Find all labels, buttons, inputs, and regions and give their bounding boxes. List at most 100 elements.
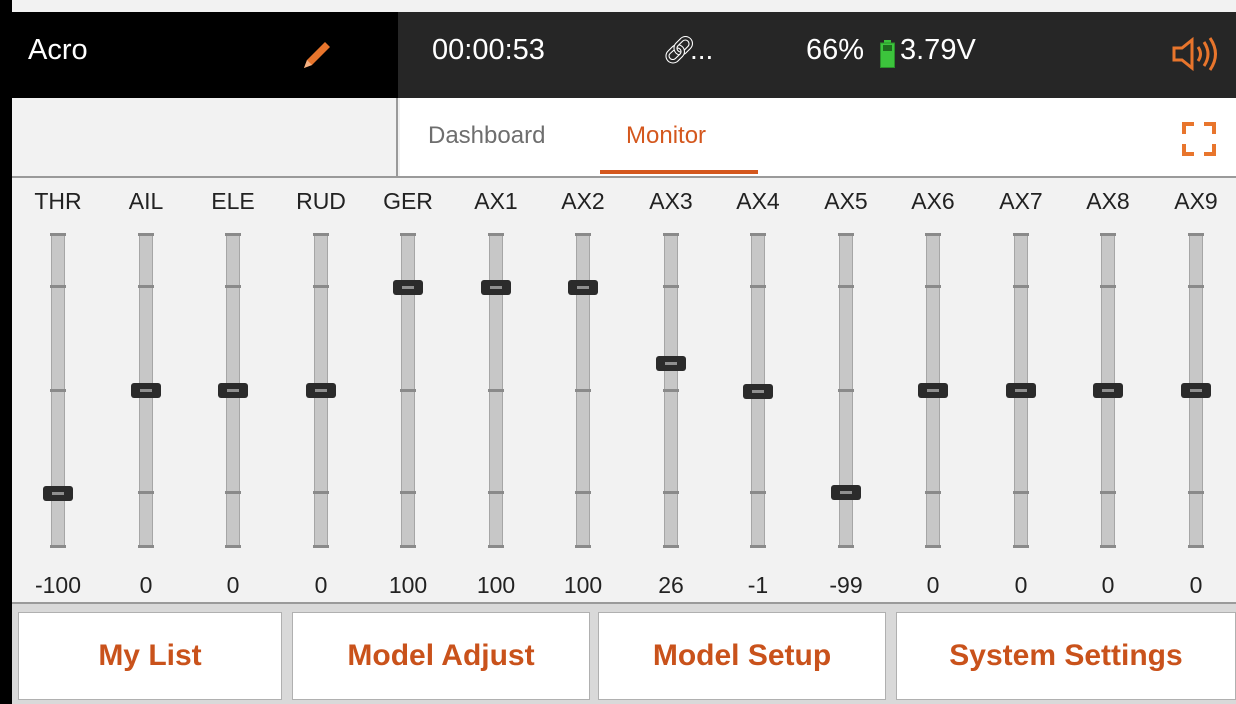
slider-tick — [313, 233, 329, 236]
slider-tick — [838, 545, 854, 548]
slider-tick — [663, 389, 679, 392]
expand-icon[interactable] — [1180, 120, 1218, 158]
channel-handle-ger — [393, 280, 423, 295]
slider-tick — [1100, 491, 1116, 494]
slider-tick — [225, 491, 241, 494]
channel-value-thr: -100 — [34, 572, 82, 598]
channel-value-ax5: -99 — [829, 572, 863, 598]
slider-tick — [50, 285, 66, 288]
channel-label-ax8: AX8 — [1086, 188, 1130, 214]
channel-handle-ax6 — [918, 383, 948, 398]
slider-tick — [313, 285, 329, 288]
channel-value-ele: 0 — [226, 572, 240, 598]
channel-handle-rud — [306, 383, 336, 398]
slider-tick — [750, 545, 766, 548]
slider-tick — [313, 545, 329, 548]
slider-tick — [138, 285, 154, 288]
channel-value-ax8: 0 — [1101, 572, 1115, 598]
slider-tick — [488, 389, 504, 392]
slider-tick — [663, 545, 679, 548]
tab-row-spacer — [12, 98, 398, 176]
slider-tick — [750, 285, 766, 288]
slider-tick — [225, 233, 241, 236]
slider-tick — [488, 233, 504, 236]
slider-tick — [1100, 285, 1116, 288]
slider-tick — [138, 545, 154, 548]
pencil-icon[interactable] — [298, 38, 334, 74]
my-list-button[interactable]: My List — [18, 612, 282, 700]
model-setup-button[interactable]: Model Setup — [598, 612, 886, 700]
channel-label-ax4: AX4 — [736, 188, 780, 214]
system-settings-button[interactable]: System Settings — [896, 612, 1236, 700]
channel-handle-ail — [131, 383, 161, 398]
slider-tick — [400, 389, 416, 392]
channel-label-ax3: AX3 — [649, 188, 693, 214]
speaker-icon[interactable] — [1166, 36, 1222, 72]
channel-label-ele: ELE — [211, 188, 255, 214]
slider-tick — [488, 545, 504, 548]
channel-handle-ax1 — [481, 280, 511, 295]
slider-tick — [50, 545, 66, 548]
slider-tick — [838, 233, 854, 236]
slider-tick — [313, 491, 329, 494]
slider-tick — [663, 233, 679, 236]
link-label: ... — [690, 34, 714, 65]
slider-tick — [225, 285, 241, 288]
channel-handle-ax4 — [743, 384, 773, 399]
channel-value-rud: 0 — [314, 572, 328, 598]
slider-tick — [1188, 491, 1204, 494]
slider-tick — [575, 389, 591, 392]
slider-tick — [400, 545, 416, 548]
channel-value-ax3: 26 — [658, 572, 684, 598]
channel-value-ax2: 100 — [563, 572, 603, 598]
slider-tick — [1188, 285, 1204, 288]
battery-percent: 66% — [806, 34, 865, 66]
slider-tick — [925, 233, 941, 236]
slider-tick — [575, 545, 591, 548]
channel-label-ax9: AX9 — [1174, 188, 1218, 214]
battery-voltage: 3.79V — [900, 34, 976, 66]
channel-handle-ax7 — [1006, 383, 1036, 398]
channel-value-ax7: 0 — [1014, 572, 1028, 598]
channel-label-ger: GER — [383, 188, 433, 214]
channel-handle-ax5 — [831, 485, 861, 500]
slider-tick — [138, 233, 154, 236]
channel-value-ax4: -1 — [747, 572, 769, 598]
tab-dashboard[interactable]: Dashboard — [428, 122, 545, 150]
channel-label-rud: RUD — [296, 188, 346, 214]
channel-value-ger: 100 — [388, 572, 428, 598]
channel-label-ail: AIL — [128, 188, 164, 214]
slider-tick — [838, 389, 854, 392]
slider-tick — [1013, 491, 1029, 494]
channel-handle-ax9 — [1181, 383, 1211, 398]
tab-monitor[interactable]: Monitor — [626, 122, 706, 150]
channel-handle-ax8 — [1093, 383, 1123, 398]
slider-tick — [838, 285, 854, 288]
model-adjust-button[interactable]: Model Adjust — [292, 612, 590, 700]
left-bezel — [0, 0, 12, 704]
slider-tick — [750, 491, 766, 494]
slider-tick — [1188, 545, 1204, 548]
model-name[interactable]: Acro — [28, 34, 88, 67]
channel-handle-ax3 — [656, 356, 686, 371]
battery-icon — [880, 40, 895, 68]
slider-tick — [400, 491, 416, 494]
channel-label-thr: THR — [34, 188, 82, 214]
slider-tick — [925, 491, 941, 494]
slider-tick — [663, 285, 679, 288]
slider-tick — [1100, 233, 1116, 236]
channel-label-ax6: AX6 — [911, 188, 955, 214]
slider-tick — [1013, 233, 1029, 236]
channel-handle-ax2 — [568, 280, 598, 295]
slider-tick — [575, 233, 591, 236]
flight-timer[interactable]: 00:00:53 — [432, 34, 545, 67]
slider-tick — [50, 389, 66, 392]
channel-value-ax1: 100 — [476, 572, 516, 598]
channel-value-ax9: 0 — [1189, 572, 1203, 598]
slider-tick — [663, 491, 679, 494]
channel-label-ax1: AX1 — [474, 188, 518, 214]
channel-monitor — [12, 178, 1236, 602]
slider-tick — [50, 233, 66, 236]
slider-tick — [225, 545, 241, 548]
channel-label-ax2: AX2 — [561, 188, 605, 214]
